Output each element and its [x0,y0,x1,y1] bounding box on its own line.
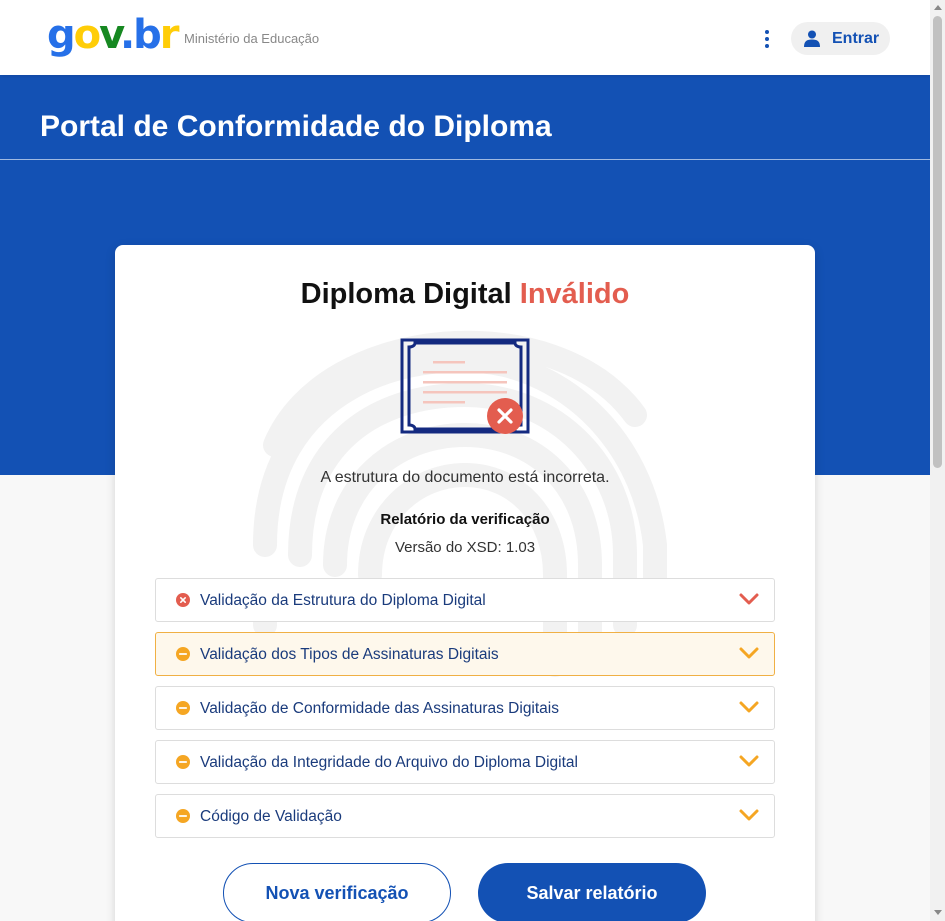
accordion-structure-validation[interactable]: Validação da Estrutura do Diploma Digita… [155,578,775,622]
header: gov.br Ministério da Educação Entrar [0,0,930,75]
invalid-diploma-icon [400,338,530,434]
login-label: Entrar [832,30,880,47]
user-icon [804,30,820,47]
login-button[interactable]: Entrar [791,22,890,55]
accordion-label: Validação da Estrutura do Diploma Digita… [200,592,486,609]
result-title: Diploma Digital Inválido [300,278,630,310]
report-title: Relatório da verificação [380,511,550,528]
chevron-down-icon[interactable] [738,646,760,660]
page-title: Portal de Conformidade do Diploma [40,110,552,143]
warning-status-icon [176,701,190,715]
save-report-button[interactable]: Salvar relatório [478,863,706,921]
chevron-down-icon[interactable] [738,808,760,822]
page: gov.br Ministério da Educação Entrar Por… [0,0,930,921]
accordion-label: Validação dos Tipos de Assinaturas Digit… [200,646,499,663]
error-status-icon [176,593,190,607]
accordion-label: Código de Validação [200,808,342,825]
chevron-down-icon[interactable] [738,592,760,606]
warning-status-icon [176,647,190,661]
ministry-label: Ministério da Educação [184,31,320,46]
scroll-up-arrow-icon[interactable] [934,5,942,10]
accordion-label: Validação da Integridade do Arquivo do D… [200,754,578,771]
result-card: Diploma Digital Inválido A estrutura do … [115,245,815,921]
new-verification-button[interactable]: Nova verificação [223,863,451,921]
xsd-version: Versão do XSD: 1.03 [394,539,536,556]
accordion-file-integrity-validation[interactable]: Validação da Integridade do Arquivo do D… [155,740,775,784]
chevron-down-icon[interactable] [738,754,760,768]
accordion-label: Validação de Conformidade das Assinatura… [200,700,559,717]
divider [0,159,930,160]
warning-status-icon [176,755,190,769]
more-options-icon[interactable] [755,24,779,54]
accordion-signature-conformity-validation[interactable]: Validação de Conformidade das Assinatura… [155,686,775,730]
govbr-logo[interactable]: gov.br [47,10,179,60]
accordion-signature-types-validation[interactable]: Validação dos Tipos de Assinaturas Digit… [155,632,775,676]
chevron-down-icon[interactable] [738,700,760,714]
vertical-scrollbar[interactable] [930,0,945,921]
scroll-down-arrow-icon[interactable] [934,910,942,915]
warning-status-icon [176,809,190,823]
scrollbar-thumb[interactable] [933,16,942,468]
result-message: A estrutura do documento está incorreta. [320,469,610,486]
accordion-validation-code[interactable]: Código de Validação [155,794,775,838]
